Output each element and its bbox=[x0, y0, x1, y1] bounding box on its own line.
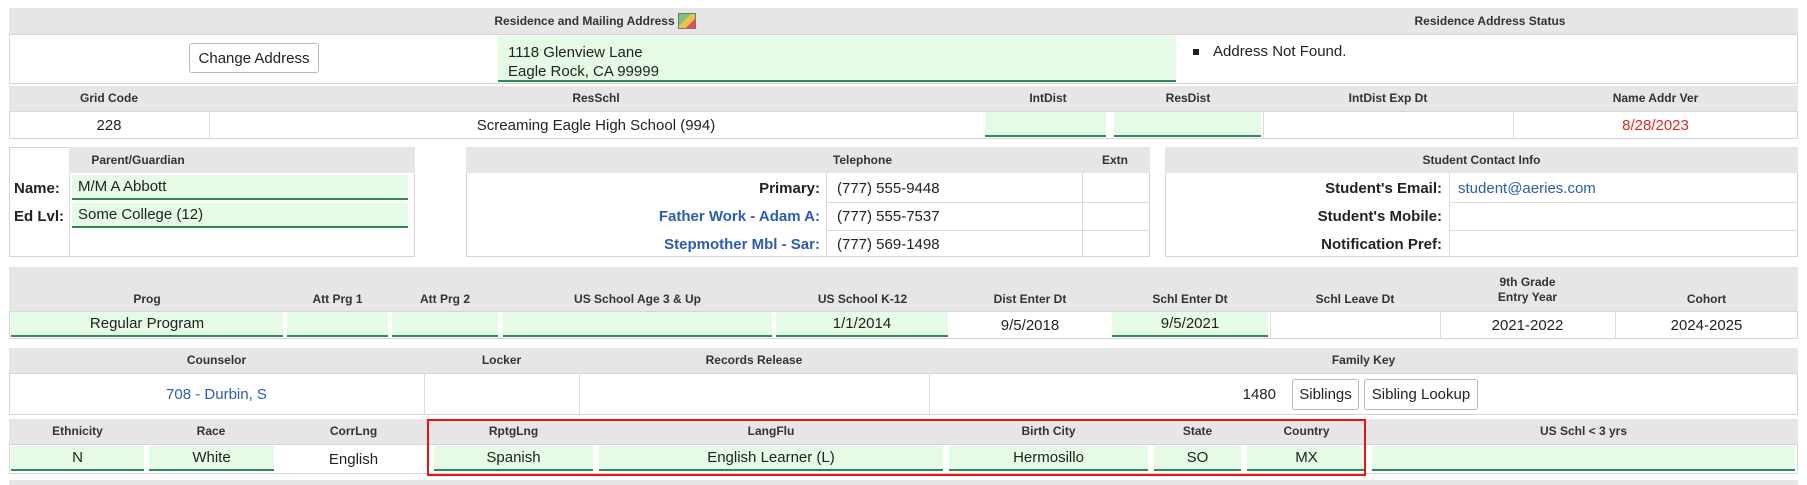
corrlng-value: English bbox=[328, 450, 379, 468]
intdist-header: IntDist bbox=[983, 86, 1113, 111]
resschl-value: Screaming Eagle High School (994) bbox=[476, 116, 716, 134]
parent-name-label: Name: bbox=[14, 179, 60, 197]
family-key-value: 1480 bbox=[1242, 385, 1276, 403]
locker-header: Locker bbox=[424, 348, 579, 373]
resdist-field[interactable] bbox=[1114, 112, 1261, 137]
prog-header: Prog bbox=[9, 287, 285, 311]
siblings-button[interactable]: Siblings bbox=[1292, 379, 1359, 410]
us-school-age-field[interactable] bbox=[503, 312, 772, 337]
entry-year-value: 2021-2022 bbox=[1491, 316, 1564, 334]
student-mobile-label: Student's Mobile: bbox=[1317, 207, 1442, 225]
intdist-exp-value bbox=[1263, 111, 1513, 139]
notification-pref-label: Notification Pref: bbox=[1321, 235, 1442, 253]
address-line1: 1118 Glenview Lane bbox=[508, 44, 643, 61]
address-header: Residence and Mailing Address bbox=[480, 8, 710, 34]
address-status: Address Not Found. bbox=[1193, 43, 1346, 60]
counselor-header: Counselor bbox=[9, 348, 424, 373]
intdist-exp-header: IntDist Exp Dt bbox=[1263, 86, 1513, 111]
next-section-band bbox=[9, 480, 1798, 485]
telephone-stepmother-label[interactable]: Stepmother Mbl - Sar: bbox=[466, 230, 820, 258]
map-icon[interactable] bbox=[677, 13, 696, 29]
highlight-box bbox=[427, 419, 1366, 476]
address-status-header: Residence Address Status bbox=[1185, 8, 1795, 34]
student-email-value[interactable]: student@aeries.com bbox=[1458, 174, 1596, 202]
telephone-header: Telephone bbox=[466, 147, 1082, 173]
parent-name-field[interactable]: M/M A Abbott bbox=[72, 175, 408, 200]
us-school-age-header: US School Age 3 & Up bbox=[500, 287, 775, 311]
schl-enter-header: Schl Enter Dt bbox=[1110, 287, 1270, 311]
race-header: Race bbox=[146, 419, 276, 444]
family-key-header: Family Key bbox=[929, 348, 1798, 373]
sibling-lookup-button[interactable]: Sibling Lookup bbox=[1364, 379, 1478, 410]
race-field[interactable]: White bbox=[149, 446, 274, 471]
ethnicity-field[interactable]: N bbox=[11, 446, 144, 471]
change-address-button[interactable]: Change Address bbox=[189, 43, 319, 73]
extn-header: Extn bbox=[1082, 147, 1148, 173]
schl-leave-header: Schl Leave Dt bbox=[1270, 287, 1440, 311]
telephone-primary-value: (777) 555-9448 bbox=[837, 179, 940, 197]
contact-header: Student Contact Info bbox=[1165, 147, 1798, 173]
corrlng-header: CorrLng bbox=[276, 419, 431, 444]
resschl-header: ResSchl bbox=[209, 86, 983, 111]
us-schl-3yrs-header: US Schl < 3 yrs bbox=[1369, 419, 1798, 444]
us-school-k12-field[interactable]: 1/1/2014 bbox=[776, 312, 948, 337]
telephone-father-value: (777) 555-7537 bbox=[837, 207, 940, 225]
bullet-icon bbox=[1193, 48, 1199, 55]
telephone-primary-label: Primary: bbox=[759, 179, 820, 197]
cohort-value: 2024-2025 bbox=[1670, 316, 1743, 334]
entry-year-header: 9th Grade Entry Year bbox=[1440, 269, 1615, 311]
student-email-label: Student's Email: bbox=[1325, 179, 1442, 197]
cohort-header: Cohort bbox=[1615, 287, 1798, 311]
parent-edlvl-field[interactable]: Some College (12) bbox=[72, 203, 408, 228]
dist-enter-header: Dist Enter Dt bbox=[950, 287, 1110, 311]
att-prg2-header: Att Prg 2 bbox=[390, 287, 500, 311]
records-release-header: Records Release bbox=[579, 348, 929, 373]
att-prg1-header: Att Prg 1 bbox=[285, 287, 390, 311]
parent-header: Parent/Guardian bbox=[69, 147, 207, 173]
name-addr-ver-value: 8/28/2023 bbox=[1622, 116, 1689, 134]
telephone-father-label[interactable]: Father Work - Adam A: bbox=[466, 202, 820, 230]
dist-enter-value: 9/5/2018 bbox=[1000, 316, 1060, 334]
us-schl-3yrs-field[interactable] bbox=[1372, 446, 1795, 471]
prog-field[interactable]: Regular Program bbox=[11, 312, 283, 337]
resdist-header: ResDist bbox=[1113, 86, 1263, 111]
intdist-field[interactable] bbox=[985, 112, 1106, 137]
ethnicity-header: Ethnicity bbox=[9, 419, 146, 444]
grid-code-header: Grid Code bbox=[9, 86, 209, 111]
name-addr-ver-header: Name Addr Ver bbox=[1513, 86, 1798, 111]
parent-edlvl-label: Ed Lvl: bbox=[14, 207, 65, 225]
us-school-k12-header: US School K-12 bbox=[775, 287, 950, 311]
grid-code-value: 228 bbox=[96, 116, 122, 134]
address-field[interactable]: 1118 Glenview Lane Eagle Rock, CA 99999 bbox=[498, 36, 1176, 82]
telephone-stepmother-value: (777) 569-1498 bbox=[837, 235, 940, 253]
counselor-value[interactable]: 708 - Durbin, S bbox=[9, 373, 424, 415]
att-prg1-field[interactable] bbox=[287, 312, 388, 337]
schl-enter-field[interactable]: 9/5/2021 bbox=[1112, 312, 1268, 337]
att-prg2-field[interactable] bbox=[392, 312, 498, 337]
address-line2: Eagle Rock, CA 99999 bbox=[508, 63, 659, 80]
